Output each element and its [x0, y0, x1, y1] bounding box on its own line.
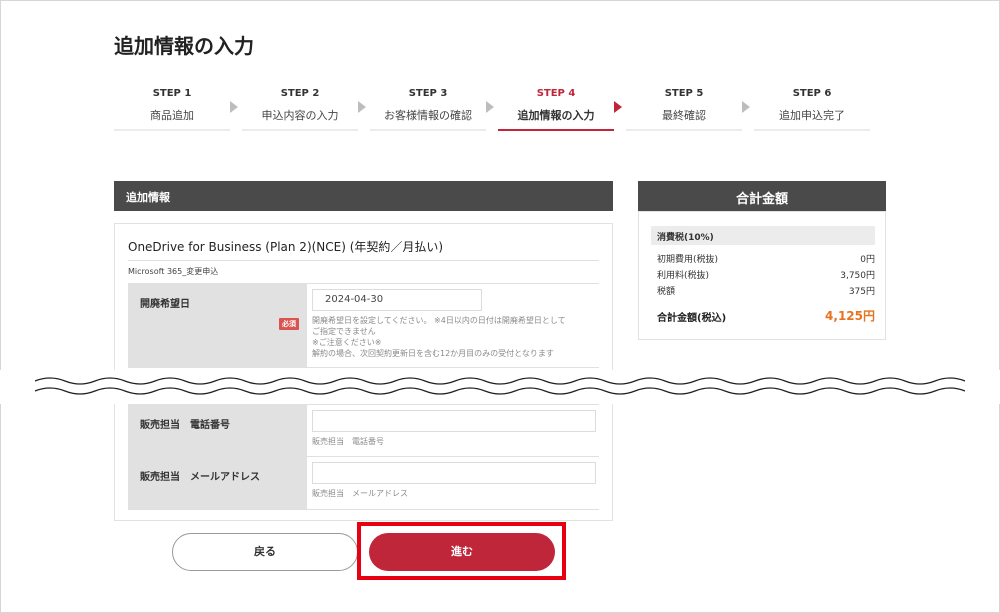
- total-label: 合計金額(税込): [657, 313, 727, 324]
- step-arrow-icon: [742, 101, 750, 113]
- sales-email-hint: 販売担当 メールアドレス: [312, 489, 408, 498]
- required-badge: 必須: [279, 318, 299, 330]
- summary-row-label: 初期費用(税抜): [657, 255, 719, 265]
- back-button[interactable]: 戻る: [172, 533, 358, 571]
- summary-header: 合計金額: [638, 181, 886, 211]
- hint-line: ご指定できません: [312, 327, 376, 336]
- summary-row: 利用料(税抜) 3,750円: [657, 268, 875, 282]
- page-title: 追加情報の入力: [114, 34, 254, 58]
- divider: [128, 283, 599, 284]
- summary-row-label: 利用料(税抜): [657, 271, 710, 281]
- sales-phone-label-cell: 販売担当 電話番号: [128, 404, 307, 456]
- step-3: STEP 3 お客様情報の確認: [370, 87, 486, 131]
- step-label: 追加申込完了: [779, 109, 845, 122]
- summary-row-value: 0円: [860, 255, 875, 265]
- step-label: 商品追加: [150, 109, 194, 122]
- step-bar: [498, 129, 614, 131]
- sales-phone-hint: 販売担当 電話番号: [312, 437, 384, 446]
- sales-email-label-cell: 販売担当 メールアドレス: [128, 456, 307, 509]
- cancel-date-label: 開廃希望日: [140, 299, 190, 310]
- summary-row-value: 3,750円: [840, 271, 875, 281]
- omission-wave-icon: [35, 377, 965, 395]
- step-bar: [242, 129, 358, 131]
- summary-card: 消費税(10%) 初期費用(税抜) 0円 利用料(税抜) 3,750円 税額 3…: [638, 211, 886, 340]
- cancel-date-input[interactable]: 2024-04-30: [312, 289, 482, 311]
- summary-row-value: 375円: [848, 287, 875, 297]
- hint-line: 解約の場合、次回契約更新日を含む12か月目のみの受付となります: [312, 349, 554, 358]
- step-number: STEP 5: [664, 88, 704, 99]
- step-label: 申込内容の入力: [261, 109, 339, 122]
- sales-email-input[interactable]: [312, 462, 596, 484]
- product-subtitle: Microsoft 365_変更申込: [128, 267, 219, 276]
- summary-row: 税額 375円: [657, 284, 875, 298]
- hint-line: ※ご注意ください※: [312, 338, 382, 347]
- next-button[interactable]: 進む: [369, 533, 555, 571]
- step-arrow-icon: [486, 101, 494, 113]
- product-name: OneDrive for Business (Plan 2)(NCE) (年契約…: [128, 240, 444, 254]
- step-label: お客様情報の確認: [384, 109, 472, 122]
- tax-heading: 消費税(10%): [651, 226, 875, 245]
- step-bar: [114, 129, 230, 131]
- step-arrow-icon: [614, 101, 622, 113]
- section-header: 追加情報: [114, 181, 613, 211]
- step-label: 最終確認: [662, 109, 706, 122]
- step-indicator: STEP 1 商品追加 STEP 2 申込内容の入力 STEP 3 お客様情報の…: [114, 87, 886, 131]
- step-1: STEP 1 商品追加: [114, 87, 230, 131]
- step-4: STEP 4 追加情報の入力: [498, 87, 614, 131]
- hint-line: 開廃希望日を設定してください。 ※4日以内の日付は開廃希望日として: [312, 316, 566, 325]
- summary-row-label: 税額: [657, 287, 676, 297]
- step-number: STEP 2: [280, 88, 320, 99]
- step-bar: [754, 129, 870, 131]
- step-label: 追加情報の入力: [517, 109, 595, 122]
- step-number: STEP 1: [152, 88, 192, 99]
- step-number: STEP 3: [408, 88, 448, 99]
- cancel-date-label-cell: 開廃希望日 必須: [128, 283, 307, 367]
- step-number: STEP 6: [792, 88, 832, 99]
- step-bar: [626, 129, 742, 131]
- sales-email-label: 販売担当 メールアドレス: [140, 472, 260, 483]
- divider: [128, 367, 599, 368]
- divider: [128, 404, 599, 405]
- step-arrow-icon: [358, 101, 366, 113]
- step-6: STEP 6 追加申込完了: [754, 87, 870, 131]
- total-value: 4,125円: [825, 309, 875, 323]
- step-5: STEP 5 最終確認: [626, 87, 742, 131]
- divider: [128, 509, 599, 510]
- summary-row: 初期費用(税抜) 0円: [657, 252, 875, 266]
- summary-total: 合計金額(税込) 4,125円: [657, 307, 875, 325]
- step-2: STEP 2 申込内容の入力: [242, 87, 358, 131]
- sales-phone-input[interactable]: [312, 410, 596, 432]
- step-number: STEP 4: [536, 88, 576, 99]
- sales-phone-label: 販売担当 電話番号: [140, 420, 230, 431]
- divider: [128, 260, 599, 261]
- cancel-date-hint: 開廃希望日を設定してください。 ※4日以内の日付は開廃希望日として ご指定できま…: [312, 315, 602, 359]
- step-bar: [370, 129, 486, 131]
- step-arrow-icon: [230, 101, 238, 113]
